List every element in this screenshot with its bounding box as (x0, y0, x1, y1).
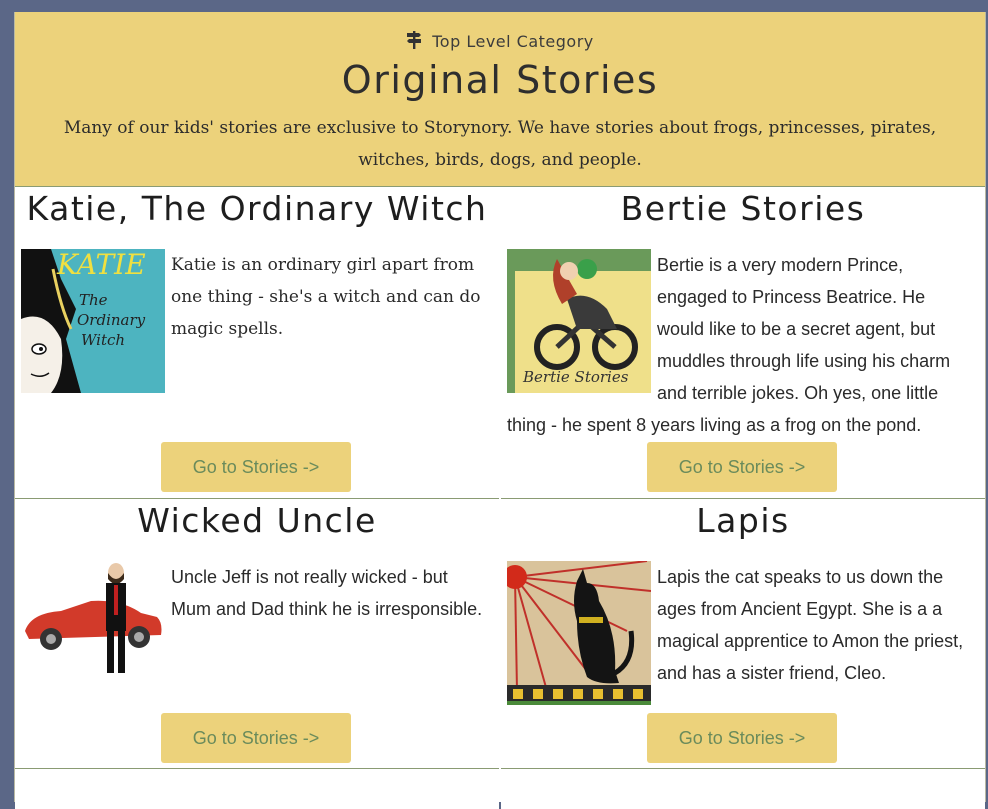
card-title: Bertie Stories (620, 189, 866, 228)
lapis-thumbnail[interactable] (507, 561, 651, 705)
card-title: Lapis (696, 501, 790, 540)
katie-image-line2: Ordinary (77, 311, 146, 329)
katie-image-line1: The (79, 291, 108, 309)
breadcrumb[interactable]: Top Level Category (15, 31, 985, 51)
go-to-stories-button[interactable]: Go to Stories -> (647, 442, 837, 492)
wicked-uncle-thumbnail[interactable] (21, 561, 165, 705)
wicked-uncle-illustration (21, 561, 165, 705)
katie-illustration: KATIE The Ordinary Witch (21, 249, 165, 393)
card-title: Wicked Uncle (137, 501, 377, 540)
bertie-illustration: Bertie Stories (507, 249, 651, 393)
go-to-stories-button[interactable]: Go to Stories -> (161, 713, 351, 763)
katie-image-title: KATIE (56, 249, 146, 281)
card-body: Bertie Stories Bertie is a very modern P… (507, 249, 977, 441)
story-card-bertie: Bertie Stories Bertie Stories Bertie is … (501, 187, 985, 497)
category-header: Top Level Category Original Stories Many… (15, 12, 985, 187)
bertie-thumbnail[interactable]: Bertie Stories (507, 249, 651, 393)
katie-image-line3: Witch (81, 331, 125, 349)
signpost-icon (407, 31, 422, 49)
lapis-illustration (507, 561, 651, 705)
card-description: Uncle Jeff is not really wicked - but Mu… (171, 567, 483, 619)
story-card-next-right (501, 768, 985, 809)
bertie-image-title: Bertie Stories (522, 368, 629, 386)
page-description: Many of our kids' stories are exclusive … (63, 118, 937, 170)
breadcrumb-label: Top Level Category (432, 32, 594, 51)
story-card-lapis: Lapis Lapis the cat speaks to us down th… (501, 498, 985, 809)
katie-thumbnail[interactable]: KATIE The Ordinary Witch (21, 249, 165, 393)
card-description: Lapis the cat speaks to us down the ages… (657, 567, 964, 683)
page-title: Original Stories (341, 58, 659, 102)
card-title: Katie, The Ordinary Witch (26, 189, 488, 228)
go-to-stories-button[interactable]: Go to Stories -> (647, 713, 837, 763)
story-card-katie: Katie, The Ordinary Witch KATIE The Ordi… (15, 187, 499, 497)
story-card-wicked-uncle: Wicked Uncle Uncle Jeff is not really wi… (15, 498, 499, 809)
story-card-next-left (15, 768, 499, 809)
page: Top Level Category Original Stories Many… (14, 12, 986, 809)
card-description: Katie is an ordinary girl apart from one… (171, 255, 481, 339)
go-to-stories-button[interactable]: Go to Stories -> (161, 442, 351, 492)
